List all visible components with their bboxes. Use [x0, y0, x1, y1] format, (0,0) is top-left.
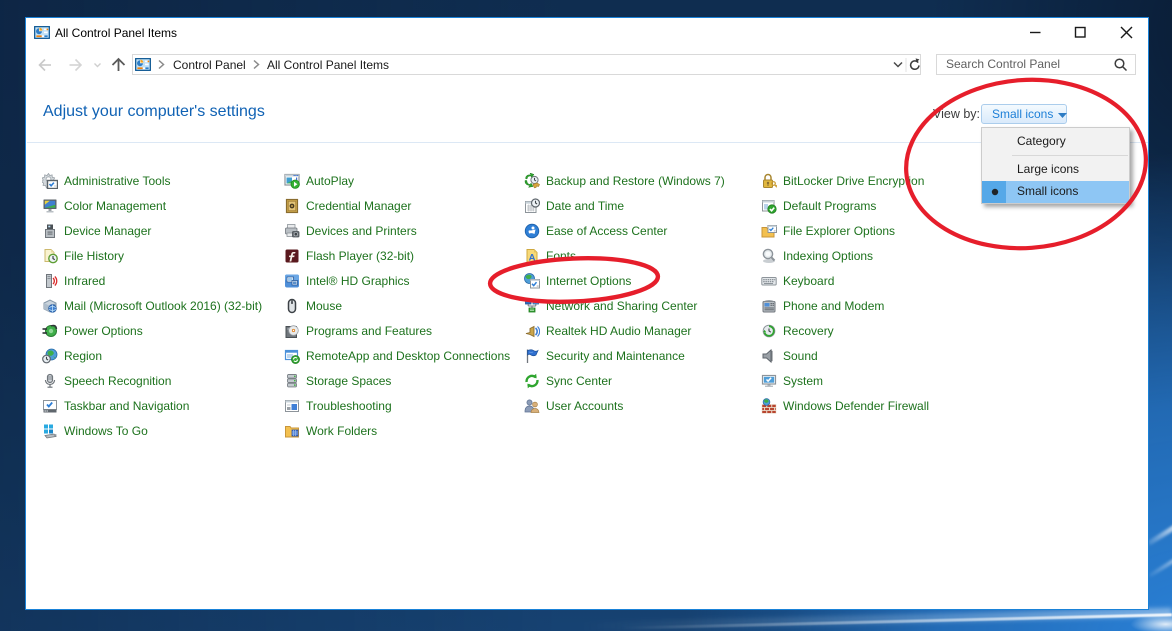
- svg-text:A: A: [529, 253, 536, 264]
